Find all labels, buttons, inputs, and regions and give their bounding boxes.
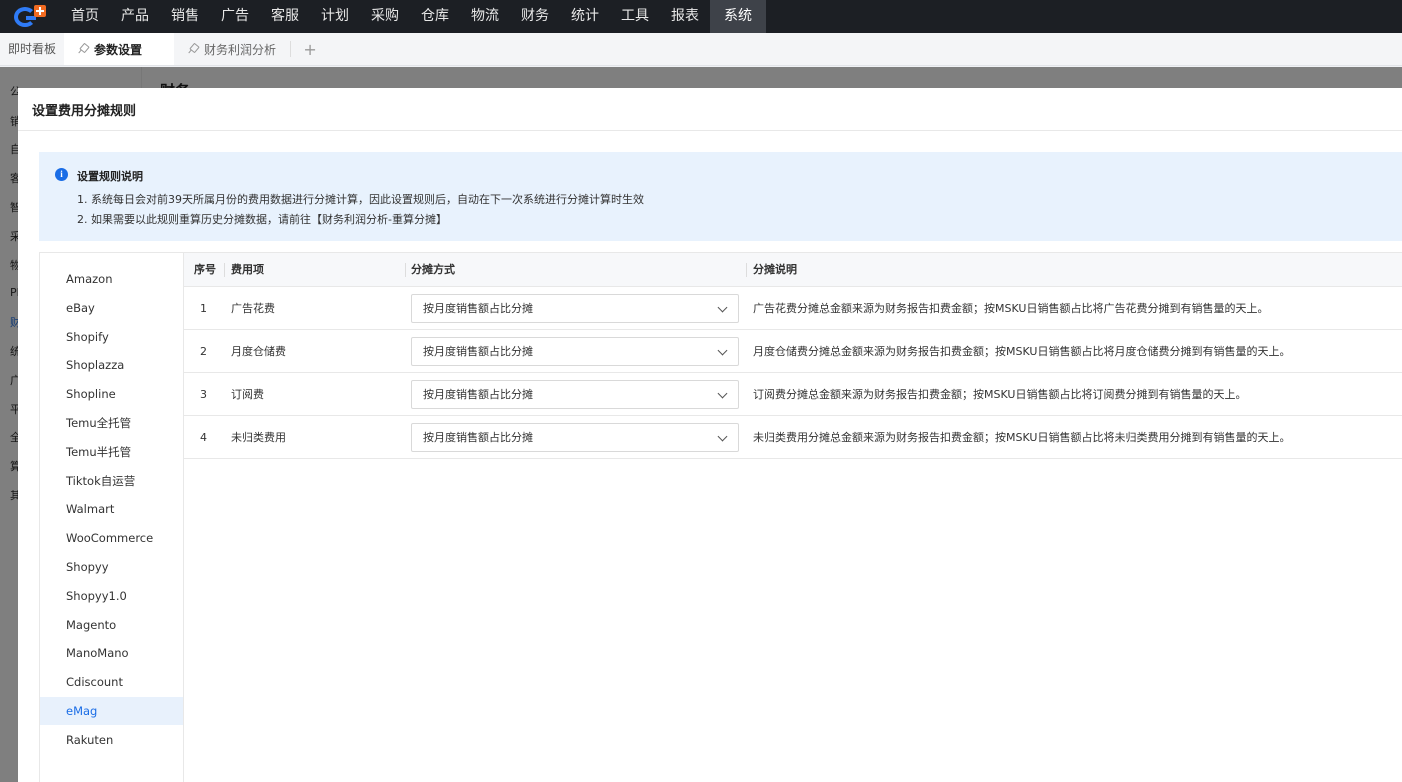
platform-item[interactable]: Temu半托管 [40, 438, 183, 466]
platform-item[interactable]: Rakuten [40, 726, 183, 754]
row-description: 月度仓储费分摊总金额来源为财务报告扣费金额；按MSKU日销售额占比将月度仓储费分… [753, 345, 1291, 358]
select-value: 按月度销售额占比分摊 [423, 388, 533, 401]
nav-item[interactable]: 销售 [160, 0, 210, 33]
row-cost-item: 未归类费用 [231, 431, 286, 444]
table-row: 4 未归类费用 按月度销售额占比分摊 未归类费用分摊总金额来源为财务报告扣费金额；按M… [184, 416, 1402, 459]
platform-item[interactable]: Shopyy1.0 [40, 582, 183, 610]
platform-item[interactable]: Shoplazza [40, 351, 183, 379]
header-divider [746, 263, 747, 277]
allocation-method-select[interactable]: 按月度销售额占比分摊 [411, 380, 739, 409]
tab-bar: 即时看板 参数设置 财务利润分析 + [0, 33, 1402, 66]
notice-line: 1. 系统每日会对前39天所属月份的费用数据进行分摊计算，因此设置规则后，自动在… [77, 193, 644, 206]
rules-notice: i 设置规则说明 1. 系统每日会对前39天所属月份的费用数据进行分摊计算，因此… [39, 152, 1402, 241]
select-value: 按月度销售额占比分摊 [423, 302, 533, 315]
nav-item[interactable]: 首页 [60, 0, 110, 33]
platform-item[interactable]: Shopyy [40, 553, 183, 581]
header-divider [405, 263, 406, 277]
allocation-method-select[interactable]: 按月度销售额占比分摊 [411, 423, 739, 452]
row-index: 3 [200, 388, 207, 401]
select-value: 按月度销售额占比分摊 [423, 431, 533, 444]
row-index: 2 [200, 345, 207, 358]
info-icon: i [55, 168, 68, 181]
platform-item[interactable]: Shopline [40, 380, 183, 408]
nav-item[interactable]: 财务 [510, 0, 560, 33]
tab-dashboard[interactable]: 即时看板 [0, 33, 64, 65]
table-row: 1 广告花费 按月度销售额占比分摊 广告花费分摊总金额来源为财务报告扣费金额；按MSK… [184, 287, 1402, 330]
tab-profit-analysis[interactable]: 财务利润分析 [174, 33, 290, 65]
nav-item[interactable]: 报表 [660, 0, 710, 33]
table-row: 3 订阅费 按月度销售额占比分摊 订阅费分摊总金额来源为财务报告扣费金额；按MSKU日… [184, 373, 1402, 416]
nav-item[interactable]: 系统 [710, 0, 766, 33]
nav-item[interactable]: 工具 [610, 0, 660, 33]
platform-item[interactable]: WooCommerce [40, 524, 183, 552]
table-header: 序号 费用项 分摊方式 分摊说明 [184, 252, 1402, 287]
row-description: 订阅费分摊总金额来源为财务报告扣费金额；按MSKU日销售额占比将订阅费分摊到有销… [753, 388, 1247, 401]
modal-title: 设置费用分摊规则 [18, 88, 1402, 131]
chevron-down-icon [717, 302, 728, 313]
row-cost-item: 月度仓储费 [231, 345, 286, 358]
row-description: 广告花费分摊总金额来源为财务报告扣费金额；按MSKU日销售额占比将广告花费分摊到… [753, 302, 1269, 315]
cost-allocation-modal: 设置费用分摊规则 i 设置规则说明 1. 系统每日会对前39天所属月份的费用数据… [18, 88, 1402, 782]
table-row: 2 月度仓储费 按月度销售额占比分摊 月度仓储费分摊总金额来源为财务报告扣费金额；按M… [184, 330, 1402, 373]
row-index: 1 [200, 302, 207, 315]
row-cost-item: 广告花费 [231, 302, 275, 315]
nav-menu: 首页 产品 销售 广告 客服 计划 采购 仓库 物流 财务 统计 工具 报表 系统 [60, 0, 766, 33]
nav-item[interactable]: 计划 [310, 0, 360, 33]
notice-line: 2. 如果需要以此规则重算历史分摊数据，请前往【财务利润分析-重算分摊】 [77, 213, 447, 226]
nav-item[interactable]: 产品 [110, 0, 160, 33]
nav-item[interactable]: 物流 [460, 0, 510, 33]
tab-param-settings[interactable]: 参数设置 [64, 33, 175, 65]
chevron-down-icon [717, 345, 728, 356]
header-method: 分摊方式 [411, 263, 455, 276]
platform-item[interactable]: ManoMano [40, 639, 183, 667]
nav-item[interactable]: 统计 [560, 0, 610, 33]
pin-icon[interactable] [188, 44, 198, 54]
add-tab-button[interactable]: + [291, 33, 329, 65]
row-index: 4 [200, 431, 207, 444]
chevron-down-icon [717, 388, 728, 399]
allocation-table: 序号 费用项 分摊方式 分摊说明 1 广告花费 按月度销售额占比分摊 广告花费分摊总金… [184, 252, 1402, 459]
platform-item[interactable]: Temu全托管 [40, 409, 183, 437]
platform-item[interactable]: Amazon [40, 265, 183, 293]
header-index: 序号 [194, 263, 216, 276]
nav-item[interactable]: 广告 [210, 0, 260, 33]
header-divider [224, 263, 225, 277]
chevron-down-icon [717, 431, 728, 442]
platform-item[interactable]: Cdiscount [40, 668, 183, 696]
nav-item[interactable]: 客服 [260, 0, 310, 33]
header-item: 费用项 [231, 263, 264, 276]
table-body: 1 广告花费 按月度销售额占比分摊 广告花费分摊总金额来源为财务报告扣费金额；按MSK… [184, 287, 1402, 459]
platform-item[interactable]: eMag [40, 697, 183, 725]
allocation-method-select[interactable]: 按月度销售额占比分摊 [411, 337, 739, 366]
platform-item[interactable]: Shopify [40, 323, 183, 351]
platform-item[interactable]: eBay [40, 294, 183, 322]
platform-item[interactable]: Walmart [40, 495, 183, 523]
row-description: 未归类费用分摊总金额来源为财务报告扣费金额；按MSKU日销售额占比将未归类费用分… [753, 431, 1291, 444]
nav-item[interactable]: 仓库 [410, 0, 460, 33]
row-cost-item: 订阅费 [231, 388, 264, 401]
pin-icon[interactable] [78, 44, 88, 54]
notice-title: 设置规则说明 [77, 170, 143, 183]
nav-item[interactable]: 采购 [360, 0, 410, 33]
platform-list: Amazon eBay Shopify Shoplazza Shopline Temu全托… [39, 252, 184, 782]
tab-label: 参数设置 [94, 42, 143, 57]
allocation-method-select[interactable]: 按月度销售额占比分摊 [411, 294, 739, 323]
top-nav: 首页 产品 销售 广告 客服 计划 采购 仓库 物流 财务 统计 工具 报表 系统 [0, 0, 1402, 33]
platform-item[interactable]: Tiktok自运营 [40, 467, 183, 495]
tab-label: 财务利润分析 [204, 42, 277, 57]
app-logo[interactable] [0, 0, 60, 33]
select-value: 按月度销售额占比分摊 [423, 345, 533, 358]
platform-item[interactable]: Magento [40, 611, 183, 639]
header-desc: 分摊说明 [753, 263, 797, 276]
